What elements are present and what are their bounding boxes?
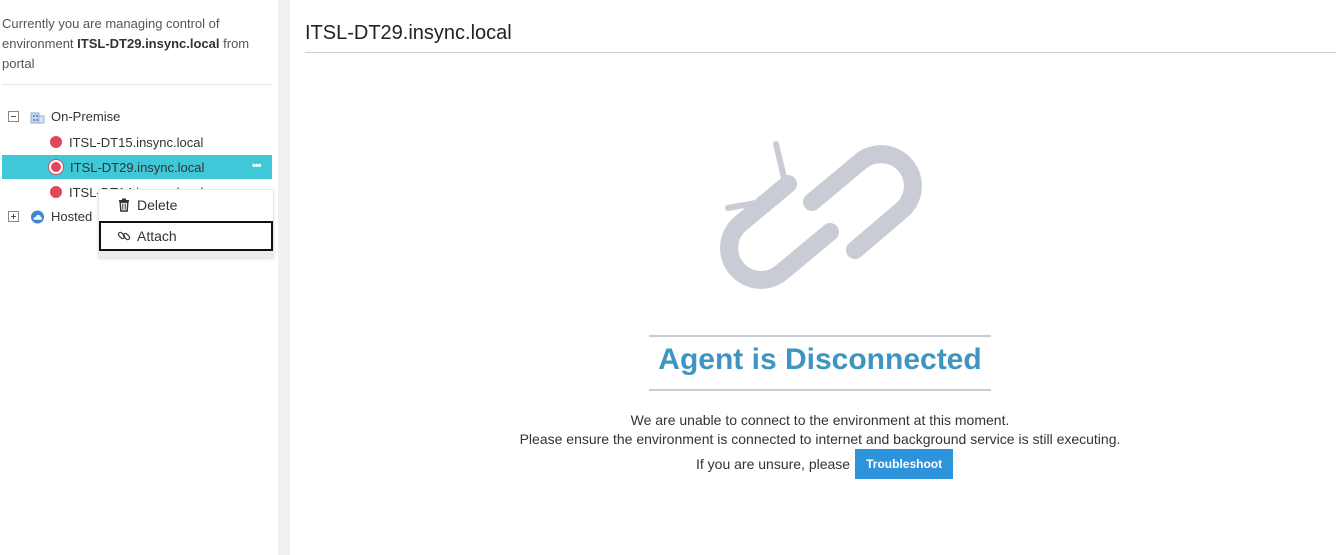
status-message-line-1: We are unable to connect to the environm…	[630, 412, 1010, 428]
tree-group-label: On-Premise	[51, 109, 121, 124]
delete-menu-item[interactable]: Delete	[99, 190, 273, 220]
unsure-text: If you are unsure, please	[696, 456, 851, 472]
broken-link-icon	[720, 141, 922, 289]
context-menu: Delete Attach	[98, 189, 274, 257]
sidebar-divider	[2, 84, 272, 85]
troubleshoot-row: If you are unsure, please Troubleshoot	[696, 449, 954, 479]
status-disconnected-icon	[49, 160, 63, 174]
status-disconnected-icon	[50, 136, 62, 148]
tree-group-label: Hosted	[51, 209, 93, 224]
collapse-icon[interactable]	[8, 111, 19, 122]
cloud-icon	[31, 210, 44, 224]
attach-menu-label: Attach	[137, 228, 177, 244]
tree-item-label: ITSL-DT15.insync.local	[69, 134, 204, 150]
managing-environment-info: Currently you are managing control of en…	[2, 14, 270, 74]
trash-icon	[119, 198, 129, 212]
attach-menu-item[interactable]: Attach	[99, 221, 273, 251]
agent-status-title: Agent is Disconnected	[658, 343, 982, 376]
page: Currently you are managing control of en…	[0, 0, 1344, 555]
expand-icon[interactable]	[8, 211, 19, 222]
status-divider-top	[649, 335, 991, 337]
troubleshoot-button[interactable]: Troubleshoot	[855, 449, 954, 479]
status-message-line-2: Please ensure the environment is connect…	[519, 431, 1121, 447]
tree-item-label: ITSL-DT29.insync.local	[70, 159, 205, 175]
tree-item-environment[interactable]: ITSL-DT15.insync.local	[50, 130, 203, 154]
delete-menu-label: Delete	[137, 197, 178, 213]
page-title: ITSL-DT29.insync.local	[305, 22, 512, 44]
building-icon	[30, 112, 45, 124]
more-options-icon[interactable]: •••	[252, 161, 264, 172]
status-disconnected-icon	[50, 186, 62, 198]
status-divider-bottom	[649, 389, 991, 391]
managing-environment-name: ITSL-DT29.insync.local	[77, 36, 220, 51]
link-icon	[117, 231, 131, 241]
title-divider	[305, 52, 1336, 53]
tree-item-content: ITSL-DT29.insync.local	[49, 155, 204, 179]
sidebar-splitter[interactable]	[278, 0, 290, 555]
main-content: ITSL-DT29.insync.local Agent is Disconne…	[290, 0, 1344, 555]
tree-item-environment-selected[interactable]: ITSL-DT29.insync.local •••	[2, 155, 272, 179]
sidebar: Currently you are managing control of en…	[0, 0, 278, 555]
